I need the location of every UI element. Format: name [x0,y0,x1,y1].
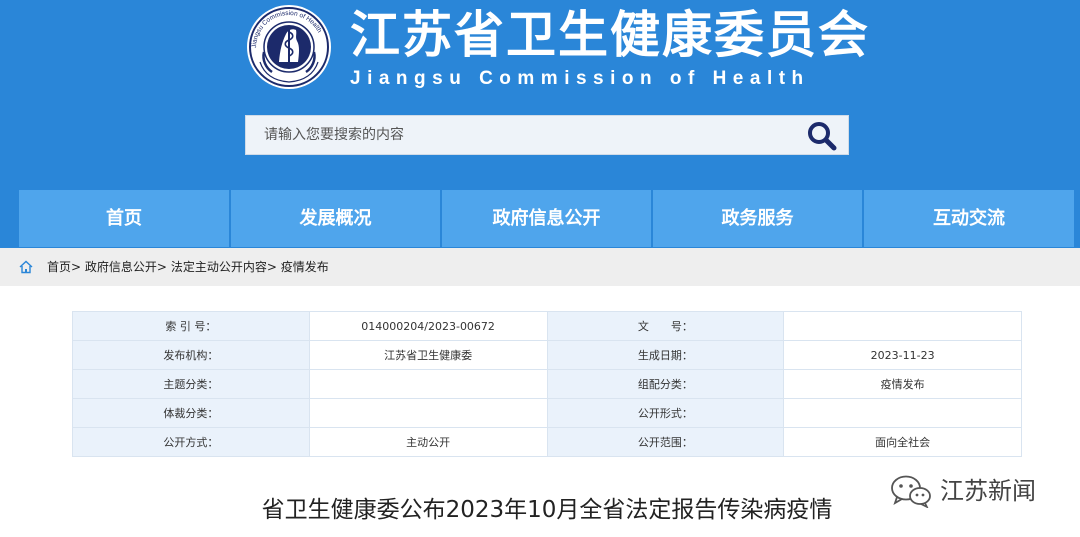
meta-value-topic [308,369,548,399]
meta-label-category: 组配分类： [546,369,785,399]
breadcrumb: 首页> 政府信息公开> 法定主动公开内容> 疫情发布 [0,248,1080,286]
meta-value-doc-no [783,311,1022,341]
nav-item-development-overview[interactable]: 发展概况 [231,190,440,247]
search-box [245,115,849,155]
site-header: Jiangsu Commission of Health 江苏省卫生健康委员会 … [0,0,1080,190]
meta-value-date: 2023-11-23 [783,340,1022,370]
meta-label-publisher: 发布机构： [72,340,310,370]
meta-label-topic: 主题分类： [72,369,310,399]
table-row: 主题分类： 组配分类： 疫情发布 [72,369,1022,399]
meta-label-disclosure-scope: 公开范围： [546,427,785,457]
table-row: 体裁分类： 公开形式： [72,398,1022,428]
document-meta-table: 索 引 号： 014000204/2023-00672 文 号： 发布机构： 江… [72,311,1022,457]
breadcrumb-epidemic-release[interactable]: 疫情发布 [281,260,329,274]
nav-item-interaction[interactable]: 互动交流 [864,190,1074,247]
search-icon[interactable] [806,120,838,152]
breadcrumb-statutory-content[interactable]: 法定主动公开内容 [171,260,267,274]
table-row: 公开方式： 主动公开 公开范围： 面向全社会 [72,427,1022,457]
meta-label-genre: 体裁分类： [72,398,310,428]
breadcrumb-gov-info[interactable]: 政府信息公开 [85,260,157,274]
site-subtitle: Jiangsu Commission of Health [350,68,810,89]
meta-value-disclosure-scope: 面向全社会 [783,427,1022,457]
nav-item-home[interactable]: 首页 [19,190,229,247]
table-row: 索 引 号： 014000204/2023-00672 文 号： [72,311,1022,341]
wechat-icon [891,475,931,508]
meta-value-disclosure-form [783,398,1022,428]
meta-label-doc-no: 文 号： [546,311,785,341]
meta-label-disclosure-form: 公开形式： [546,398,785,428]
breadcrumb-separator: > [266,260,277,274]
meta-value-disclosure-method: 主动公开 [308,427,548,457]
nav-item-gov-services[interactable]: 政务服务 [653,190,862,247]
breadcrumb-home[interactable]: 首页 [47,260,71,274]
meta-value-publisher: 江苏省卫生健康委 [308,340,548,370]
nav-item-gov-info-disclosure[interactable]: 政府信息公开 [442,190,651,247]
meta-value-genre [308,398,548,428]
commission-logo-icon[interactable]: Jiangsu Commission of Health [242,4,336,90]
site-title[interactable]: 江苏省卫生健康委员会 [350,2,870,68]
watermark-text: 江苏新闻 [940,477,1036,505]
meta-value-index-no: 014000204/2023-00672 [308,311,548,341]
home-icon[interactable] [19,260,33,274]
meta-label-disclosure-method: 公开方式： [72,427,310,457]
search-input[interactable] [246,116,822,154]
breadcrumb-separator: > [71,260,82,274]
main-nav: 首页 发展概况 政府信息公开 政务服务 互动交流 [0,190,1080,248]
breadcrumb-separator: > [156,260,167,274]
meta-value-category: 疫情发布 [783,369,1022,399]
meta-label-index-no: 索 引 号： [72,311,310,341]
meta-label-date: 生成日期： [546,340,785,370]
table-row: 发布机构： 江苏省卫生健康委 生成日期： 2023-11-23 [72,340,1022,370]
